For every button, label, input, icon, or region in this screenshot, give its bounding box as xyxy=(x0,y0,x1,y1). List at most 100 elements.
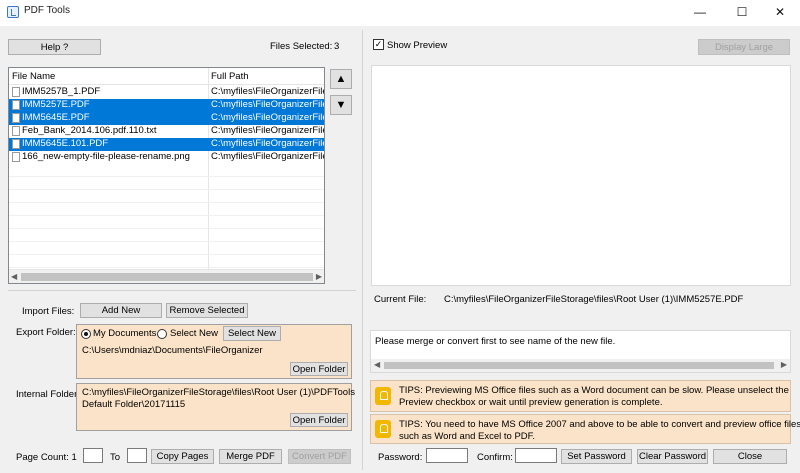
hint-scroll-right-icon[interactable]: ▶ xyxy=(781,360,787,369)
maximize-button[interactable]: ☐ xyxy=(722,0,762,24)
grid-line xyxy=(9,202,324,203)
file-path-cell: C:\myfiles\FileOrganizerFileStorage xyxy=(211,99,324,110)
file-path-cell: C:\myfiles\FileOrganizerFileStorage xyxy=(211,138,324,149)
copy-pages-button[interactable]: Copy Pages xyxy=(151,449,214,464)
hint-scrollbar-thumb[interactable] xyxy=(384,362,774,369)
lightbulb-icon xyxy=(375,420,391,438)
close-window-button[interactable]: ✕ xyxy=(760,0,800,24)
clear-password-button[interactable]: Clear Password xyxy=(637,449,708,464)
select-new-radio[interactable] xyxy=(157,329,167,339)
remove-selected-button[interactable]: Remove Selected xyxy=(166,303,248,318)
export-folder-path: C:\Users\mdniaz\Documents\FileOrganizer xyxy=(82,345,263,356)
move-up-button[interactable]: ▲ xyxy=(330,69,352,89)
help-button[interactable]: Help ? xyxy=(8,39,101,55)
set-password-button[interactable]: Set Password xyxy=(561,449,632,464)
new-file-name-box: Please merge or convert first to see nam… xyxy=(370,330,791,373)
grid-line xyxy=(9,215,324,216)
file-path-cell: C:\myfiles\FileOrganizerFileStorage xyxy=(211,151,324,162)
to-label: To xyxy=(110,452,121,463)
close-button[interactable]: Close xyxy=(713,449,787,464)
grid-line xyxy=(9,189,324,190)
current-file-value: C:\myfiles\FileOrganizerFileStorage\file… xyxy=(444,294,744,305)
add-new-button[interactable]: Add New xyxy=(80,303,162,318)
file-list-row[interactable]: IMM5257B_1.PDF C:\myfiles\FileOrganizerFi… xyxy=(9,86,324,99)
current-file-label: Current File: xyxy=(374,294,427,305)
file-list-row[interactable]: Feb_Bank_2014.106.pdf.110.txt C:\myfiles\… xyxy=(9,125,324,138)
column-file-name[interactable]: File Name xyxy=(12,71,55,82)
grid-line xyxy=(9,254,324,255)
internal-folder-label: Internal Folder: xyxy=(16,389,80,400)
file-icon xyxy=(12,87,20,97)
app-icon xyxy=(7,6,19,18)
files-selected-count: 3 xyxy=(334,41,340,52)
tip-box-preview: TIPS: Previewing MS Office files such as… xyxy=(370,380,791,412)
grid-line xyxy=(9,241,324,242)
confirm-label: Confirm: xyxy=(477,452,513,463)
file-list-row[interactable]: IMM5645E.PDF C:\myfiles\FileOrganizerFile… xyxy=(9,112,324,125)
divider xyxy=(362,30,363,470)
window-title: PDF Tools xyxy=(24,5,70,16)
horizontal-scrollbar[interactable]: ◀ ▶ xyxy=(9,269,324,283)
scroll-right-icon[interactable]: ▶ xyxy=(316,272,322,281)
file-name-cell: IMM5257B_1.PDF xyxy=(22,86,101,97)
show-preview-label[interactable]: Show Preview xyxy=(387,40,447,51)
merge-hint-text: Please merge or convert first to see nam… xyxy=(375,336,616,347)
select-new-folder-button[interactable]: Select New xyxy=(223,326,281,341)
file-list-row[interactable]: IMM5645E.101.PDF C:\myfiles\FileOrganizer… xyxy=(9,138,324,151)
file-icon xyxy=(12,139,20,149)
title-bar: PDF Tools — ☐ ✕ xyxy=(0,0,800,26)
scrollbar-thumb[interactable] xyxy=(21,273,313,281)
convert-pdf-button[interactable]: Convert PDF xyxy=(288,449,351,464)
tip-box-office: TIPS: You need to have MS Office 2007 an… xyxy=(370,414,800,444)
grid-line xyxy=(9,228,324,229)
file-icon xyxy=(12,152,20,162)
preview-area xyxy=(371,65,791,286)
file-name-cell: 166_new-empty-file-please-rename.png xyxy=(22,151,190,162)
tip-office-line2: such as Word and Excel to PDF. xyxy=(399,431,536,442)
file-icon xyxy=(12,100,20,110)
confirm-password-input[interactable] xyxy=(515,448,557,463)
export-folder-label: Export Folder: xyxy=(16,327,76,338)
grid-line xyxy=(9,267,324,268)
file-path-cell: C:\myfiles\FileOrganizerFileStorage xyxy=(211,125,324,136)
file-icon xyxy=(12,126,20,136)
tip-preview-line1: TIPS: Previewing MS Office files such as… xyxy=(399,385,789,396)
file-name-cell: IMM5257E.PDF xyxy=(22,99,90,110)
file-icon xyxy=(12,113,20,123)
file-list-row[interactable]: 166_new-empty-file-please-rename.png C:\m… xyxy=(9,151,324,164)
internal-folder-path-line1: C:\myfiles\FileOrganizerFileStorage\file… xyxy=(82,387,355,398)
open-export-folder-button[interactable]: Open Folder xyxy=(290,362,348,376)
file-list-header: File Name Full Path xyxy=(9,68,324,85)
file-path-cell: C:\myfiles\FileOrganizerFileStorage xyxy=(211,86,324,97)
my-documents-label[interactable]: My Documents xyxy=(93,328,156,339)
minimize-button[interactable]: — xyxy=(680,0,720,24)
file-name-cell: IMM5645E.101.PDF xyxy=(22,138,109,149)
scroll-left-icon[interactable]: ◀ xyxy=(11,272,17,281)
page-count-label: Page Count: 1 xyxy=(16,452,77,463)
hint-scroll-left-icon[interactable]: ◀ xyxy=(374,360,380,369)
show-preview-checkbox[interactable]: ✓ xyxy=(373,39,384,50)
tip-office-line1: TIPS: You need to have MS Office 2007 an… xyxy=(399,419,800,430)
tip-preview-line2: Preview checkbox or wait until preview g… xyxy=(399,397,663,408)
separator xyxy=(8,290,356,291)
file-list[interactable]: File Name Full Path IMM5257B_1.PDF C:\myf… xyxy=(8,67,325,284)
page-to-input[interactable] xyxy=(127,448,147,463)
select-new-radio-label[interactable]: Select New xyxy=(170,328,218,339)
file-name-cell: Feb_Bank_2014.106.pdf.110.txt xyxy=(22,125,157,136)
hint-horizontal-scrollbar[interactable]: ◀ ▶ xyxy=(371,359,790,372)
internal-folder-path-line2: Default Folder\20171115 xyxy=(82,399,186,410)
move-down-button[interactable]: ▼ xyxy=(330,95,352,115)
lightbulb-icon xyxy=(375,387,391,405)
my-documents-radio[interactable] xyxy=(81,329,91,339)
merge-pdf-button[interactable]: Merge PDF xyxy=(219,449,282,464)
files-selected-label: Files Selected: xyxy=(270,41,333,52)
file-path-cell: C:\myfiles\FileOrganizerFileStorage xyxy=(211,112,324,123)
display-large-button[interactable]: Display Large xyxy=(698,39,790,55)
page-from-input[interactable] xyxy=(83,448,103,463)
grid-line xyxy=(9,176,324,177)
column-full-path[interactable]: Full Path xyxy=(211,71,249,82)
password-label: Password: xyxy=(378,452,423,463)
password-input[interactable] xyxy=(426,448,468,463)
file-list-row[interactable]: IMM5257E.PDF C:\myfiles\FileOrganizerFile… xyxy=(9,99,324,112)
open-internal-folder-button[interactable]: Open Folder xyxy=(290,413,348,427)
